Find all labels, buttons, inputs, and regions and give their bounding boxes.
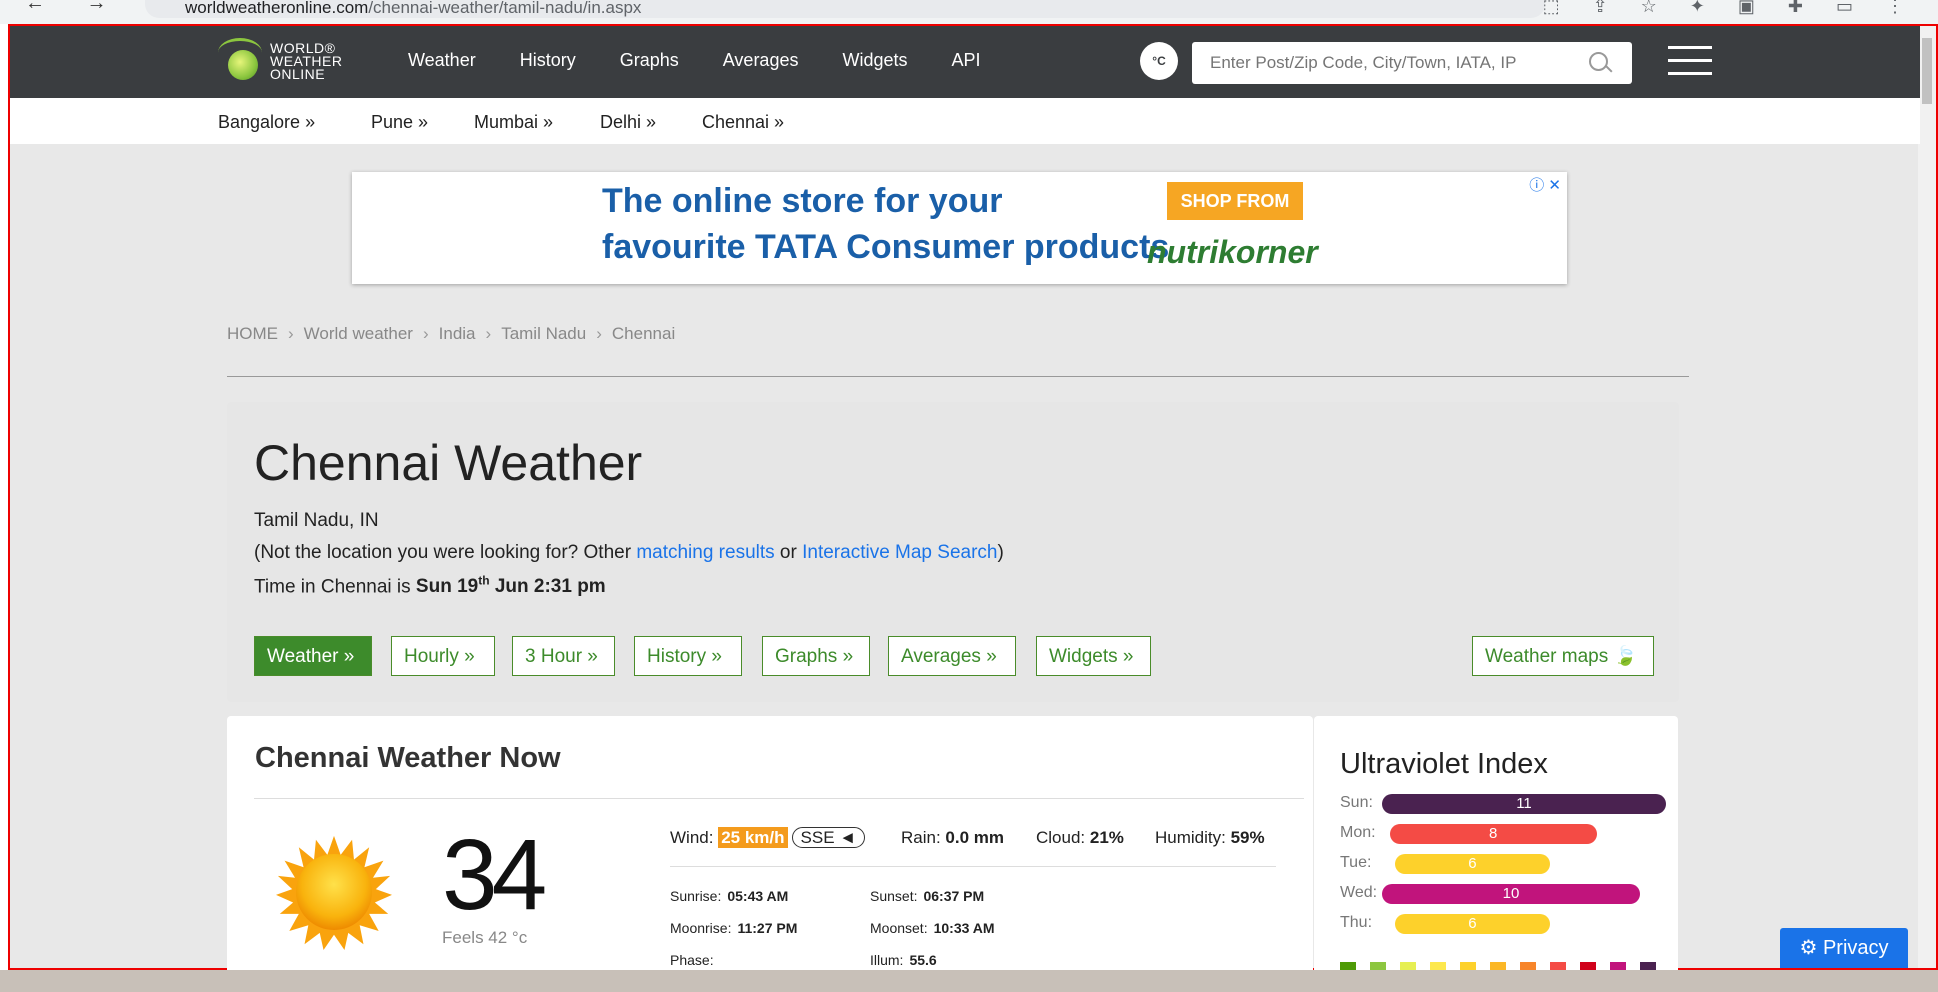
wind-label: Wind: (670, 828, 714, 847)
moon-illumination: Illum: 55.6 (870, 952, 937, 968)
uv-row: Tue: 6 (1340, 854, 1670, 874)
tab-3hour[interactable]: 3 Hour » (512, 636, 615, 676)
tab-graphs[interactable]: Graphs » (762, 636, 870, 676)
chevron-right-icon: › (288, 324, 294, 343)
uv-row: Thu: 6 (1340, 914, 1670, 934)
nav-weather[interactable]: Weather (408, 50, 476, 71)
nav-averages[interactable]: Averages (723, 50, 799, 71)
uv-day-label: Wed: (1340, 884, 1378, 901)
desktop-taskbar (0, 970, 1938, 992)
search-input[interactable] (1208, 52, 1572, 74)
logo-globe-icon (228, 50, 258, 80)
tab-averages[interactable]: Averages » (888, 636, 1016, 676)
uv-day-label: Mon: (1340, 824, 1376, 841)
crumb-world[interactable]: World weather (304, 324, 413, 343)
search-icon[interactable] (1589, 52, 1608, 71)
cloud-value: 21% (1089, 828, 1124, 847)
url-host: worldweatheronline.com (185, 0, 369, 17)
current-temperature: 34 (442, 819, 547, 931)
uv-day-label: Thu: (1340, 914, 1373, 931)
logo-text-3: ONLINE (270, 66, 326, 82)
site-logo[interactable]: WORLD® WEATHER ONLINE (218, 34, 358, 90)
tab-history[interactable]: History » (634, 636, 742, 676)
moonrise: Moonrise: 11:27 PM (670, 920, 798, 936)
uv-bar: 8 (1389, 824, 1597, 844)
rain-value: 0.0 mm (945, 828, 1005, 847)
moonset: Moonset: 10:33 AM (870, 920, 995, 936)
uv-row: Sun: 11 (1340, 794, 1670, 814)
ad-close-icon[interactable]: ⓘ ✕ (1529, 174, 1561, 195)
city-link-pune[interactable]: Pune » (371, 112, 428, 133)
address-bar[interactable]: worldweatheronline.com/chennai-weather/t… (145, 0, 1545, 18)
uv-bar: 11 (1382, 794, 1666, 814)
location-search[interactable] (1192, 42, 1632, 84)
scrollbar[interactable] (1918, 26, 1936, 968)
crumb-city: Chennai (611, 324, 676, 343)
uv-row: Wed: 10 (1340, 884, 1670, 904)
popular-cities-bar: Bangalore » Pune » Mumbai » Delhi » Chen… (10, 98, 1920, 144)
nav-history[interactable]: History (520, 50, 576, 71)
extension-icons[interactable]: ⬚ ⇪ ☆ ✦ ▣ ✚ ▭ ⋮ (1543, 0, 1918, 17)
city-link-bangalore[interactable]: Bangalore » (218, 112, 315, 133)
crumb-state[interactable]: Tamil Nadu (501, 324, 586, 343)
tab-weather-maps[interactable]: Weather maps 🍃 (1472, 636, 1654, 676)
ad-brand-logo: nutrikorner (1147, 234, 1318, 270)
humidity-label: Humidity: (1155, 828, 1226, 847)
crumb-country[interactable]: India (439, 324, 476, 343)
browser-toolbar: ← → C worldweatheronline.com/chennai-wea… (0, 0, 1938, 24)
city-link-delhi[interactable]: Delhi » (600, 112, 656, 133)
top-navigation: WORLD® WEATHER ONLINE Weather History Gr… (10, 26, 1920, 98)
ad-shop-button[interactable]: SHOP FROM (1167, 182, 1303, 220)
rain-label: Rain: (901, 828, 941, 847)
privacy-button[interactable]: ⚙ Privacy (1780, 928, 1908, 968)
uv-bar: 10 (1382, 884, 1640, 904)
location-hint: (Not the location you were looking for? … (254, 542, 1004, 563)
chevron-right-icon: › (422, 324, 429, 343)
divider (227, 376, 1689, 377)
menu-icon[interactable] (1668, 46, 1712, 76)
sunrise: Sunrise: 05:43 AM (670, 888, 789, 904)
current-weather-title: Chennai Weather Now (255, 742, 561, 774)
divider (670, 866, 1276, 867)
local-time: Time in Chennai is Sun 19th Jun 2:31 pm (254, 574, 606, 598)
ad-headline-1: The online store for your (602, 182, 1003, 220)
tab-weather[interactable]: Weather » (254, 636, 372, 676)
chevron-right-icon: › (596, 324, 602, 343)
uv-title: Ultraviolet Index (1340, 748, 1548, 780)
chevron-right-icon: › (485, 324, 492, 343)
matching-results-link[interactable]: matching results (636, 542, 774, 563)
uv-day-label: Sun: (1340, 794, 1373, 811)
crumb-home[interactable]: HOME (227, 324, 278, 343)
uv-row: Mon: 8 (1340, 824, 1670, 844)
wind-speed: 25 km/h (718, 827, 788, 848)
moon-phase: Phase: (670, 952, 714, 968)
nav-graphs[interactable]: Graphs (620, 50, 679, 71)
unit-toggle-button[interactable]: °C (1140, 42, 1178, 80)
sunny-icon (276, 835, 392, 950)
region-text: Tamil Nadu, IN (254, 510, 379, 531)
tab-widgets[interactable]: Widgets » (1036, 636, 1151, 676)
sunset: Sunset: 06:37 PM (870, 888, 985, 904)
humidity-value: 59% (1230, 828, 1265, 847)
nav-api[interactable]: API (952, 50, 981, 71)
page-title: Chennai Weather (254, 435, 643, 491)
nav-widgets[interactable]: Widgets (842, 50, 907, 71)
ad-headline-2: favourite TATA Consumer products (602, 228, 1170, 266)
url-path: /chennai-weather/tamil-nadu/in.aspx (368, 0, 642, 17)
uv-day-label: Tue: (1340, 854, 1372, 871)
feels-like: Feels 42 °c (442, 928, 528, 947)
scrollbar-thumb[interactable] (1922, 38, 1932, 104)
map-search-link[interactable]: Interactive Map Search (802, 542, 997, 563)
cloud-label: Cloud: (1036, 828, 1086, 847)
breadcrumb: HOME › World weather › India › Tamil Nadu › Chen… (227, 324, 675, 344)
uv-bar: 6 (1394, 854, 1550, 874)
tab-hourly[interactable]: Hourly » (391, 636, 495, 676)
uv-bar: 6 (1394, 914, 1550, 934)
city-link-mumbai[interactable]: Mumbai » (474, 112, 553, 133)
divider (254, 798, 1304, 799)
wind-direction: SSE ◄ (791, 827, 866, 848)
advertisement-banner[interactable]: The online store for your favourite TATA… (352, 172, 1567, 284)
city-link-chennai[interactable]: Chennai » (702, 112, 784, 133)
